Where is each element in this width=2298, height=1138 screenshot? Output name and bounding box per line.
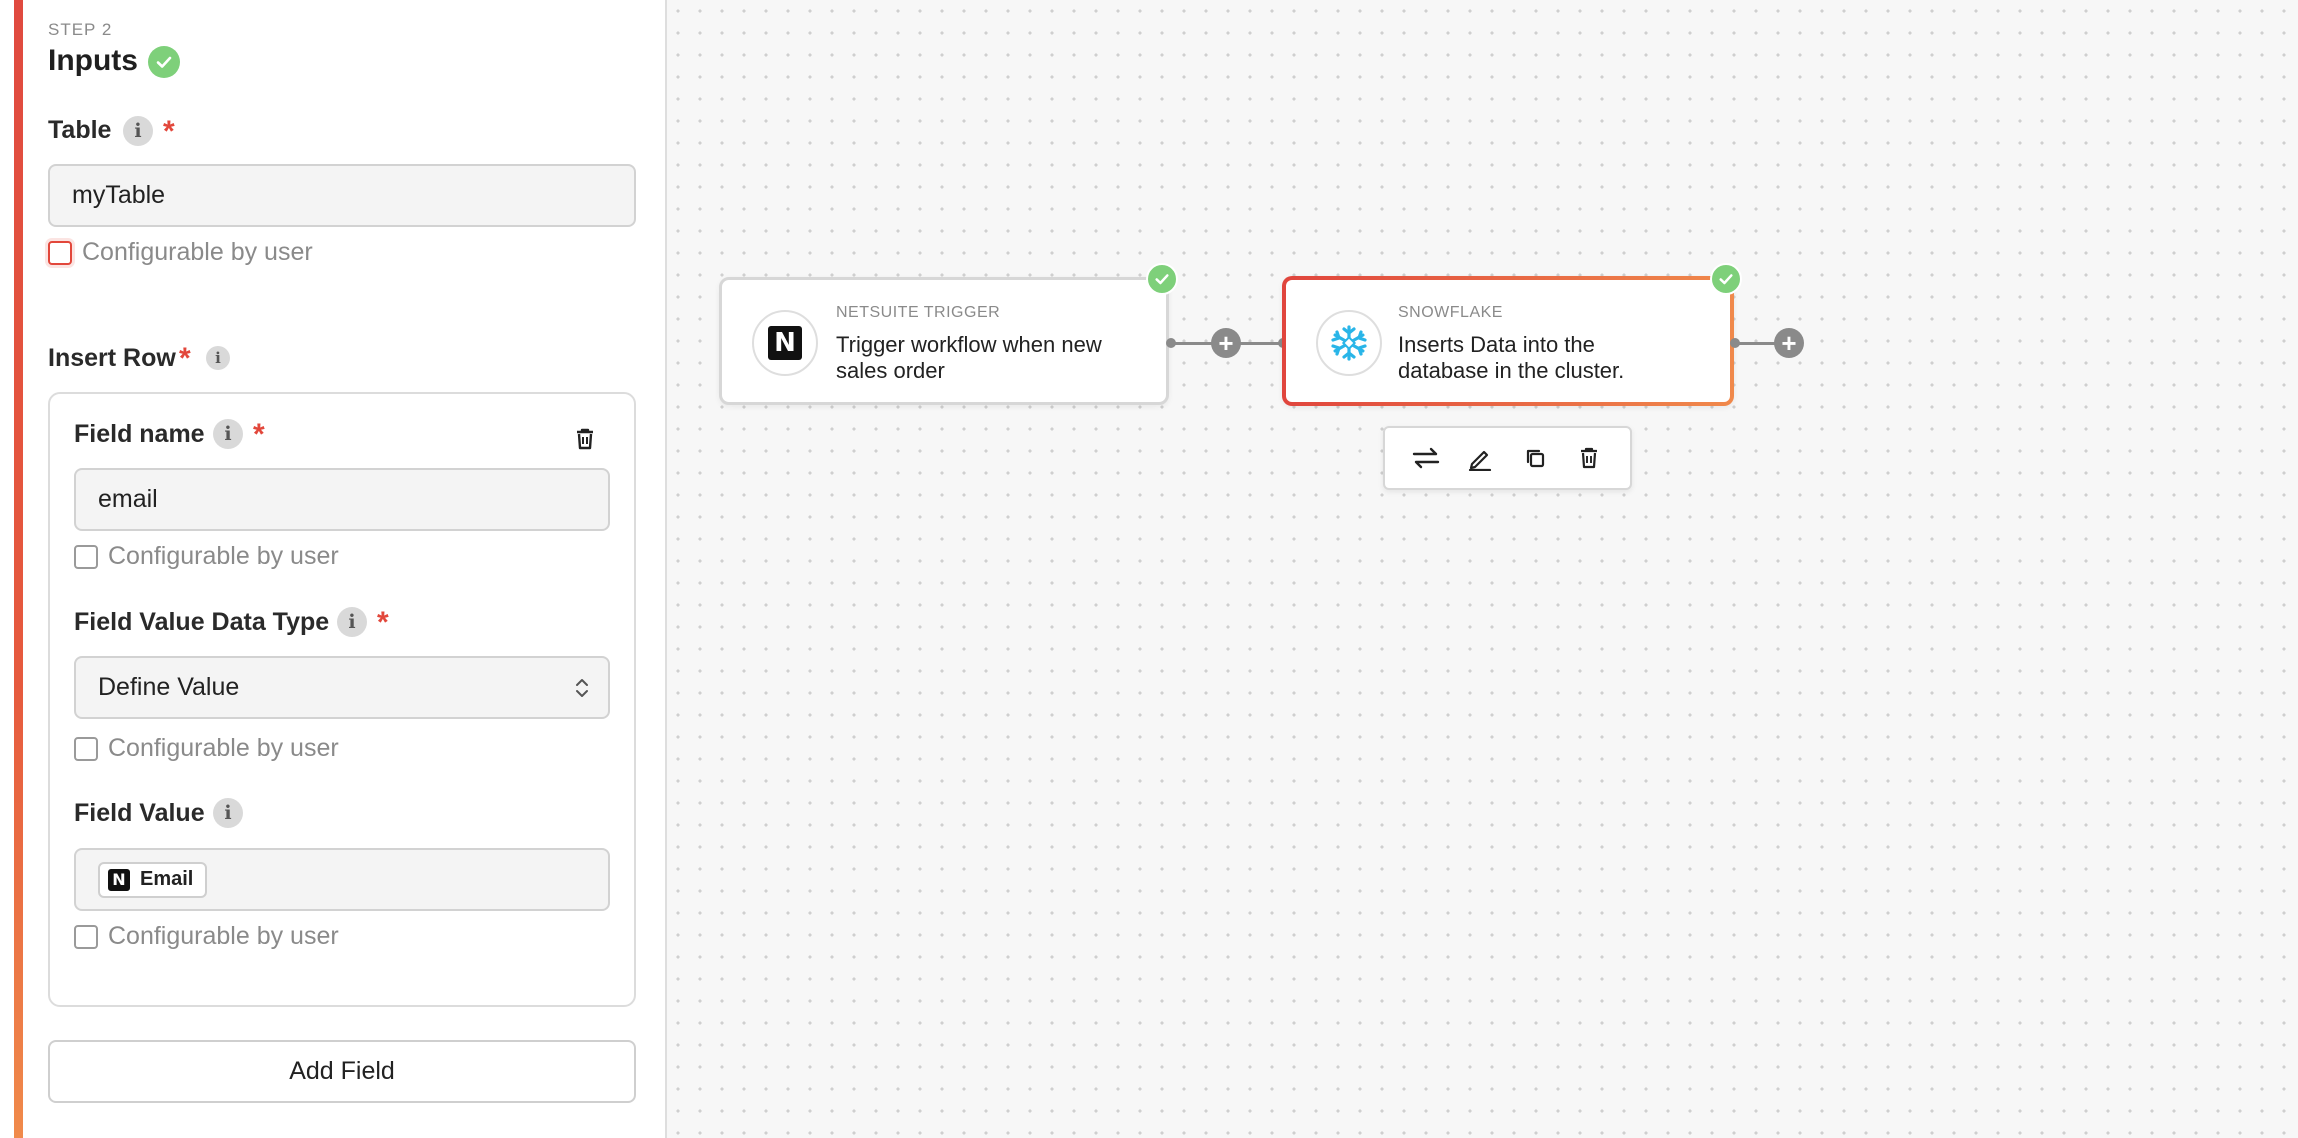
table-label: Table xyxy=(48,116,112,144)
panel-accent-bar xyxy=(14,0,23,1138)
check-icon xyxy=(1146,263,1178,295)
field-name-label: Field name xyxy=(74,420,205,448)
check-icon xyxy=(1710,263,1742,295)
info-icon[interactable]: i xyxy=(213,419,243,449)
data-type-configurable-row[interactable]: Configurable by user xyxy=(74,734,339,763)
field-value-data-type-label: Field Value Data Type xyxy=(74,608,330,636)
snowflake-logo-icon xyxy=(1331,325,1367,361)
required-marker: * xyxy=(253,418,265,451)
connector-line xyxy=(1734,342,1776,345)
add-field-button[interactable]: Add Field xyxy=(48,1040,636,1103)
info-icon[interactable]: i xyxy=(206,346,230,370)
add-step-plus-icon[interactable]: + xyxy=(1211,328,1241,358)
info-icon[interactable]: i xyxy=(337,607,367,637)
field-value-configurable-checkbox[interactable] xyxy=(74,924,98,949)
netsuite-logo-icon: N xyxy=(768,326,802,360)
configurable-label: Configurable by user xyxy=(108,922,339,950)
node-action-toolbar xyxy=(1383,426,1632,490)
field-value-label: Field Value xyxy=(74,799,205,827)
chip-label: Email xyxy=(140,868,194,890)
step-label: STEP 2 xyxy=(48,20,113,39)
field-value-input[interactable]: N Email xyxy=(74,848,610,911)
node-icon: N xyxy=(752,310,818,376)
snowflake-node[interactable]: SNOWFLAKE Inserts Data into the database… xyxy=(1282,276,1734,406)
table-configurable-row[interactable]: Configurable by user xyxy=(48,238,313,267)
node-icon xyxy=(1316,310,1382,376)
check-icon xyxy=(148,46,180,78)
trash-icon[interactable] xyxy=(570,424,600,454)
chevron-updown-icon xyxy=(574,676,590,707)
table-input[interactable]: myTable xyxy=(48,164,636,227)
node-description: Inserts Data into the database in the cl… xyxy=(1398,332,1625,383)
duplicate-icon[interactable] xyxy=(1518,441,1552,475)
configurable-label: Configurable by user xyxy=(108,542,339,570)
edit-icon[interactable] xyxy=(1463,441,1497,475)
select-value: Define Value xyxy=(98,673,240,701)
netsuite-trigger-node[interactable]: N NETSUITE TRIGGER Trigger workflow when… xyxy=(719,277,1169,405)
field-name-input[interactable]: email xyxy=(74,468,610,531)
required-marker: * xyxy=(377,606,389,639)
node-description: Trigger workflow when new sales order xyxy=(836,332,1102,383)
add-step-plus-icon[interactable]: + xyxy=(1774,328,1804,358)
field-name-configurable-checkbox[interactable] xyxy=(74,544,98,569)
field-value-configurable-row[interactable]: Configurable by user xyxy=(74,922,339,951)
field-value-data-type-select[interactable]: Define Value xyxy=(74,656,610,719)
inputs-panel: STEP 2 Inputs Table i * myTable Configur… xyxy=(0,0,667,1138)
configurable-label: Configurable by user xyxy=(82,238,313,266)
table-configurable-checkbox[interactable] xyxy=(48,240,72,265)
email-token-chip[interactable]: N Email xyxy=(98,861,208,898)
configurable-label: Configurable by user xyxy=(108,734,339,762)
insert-row-label: Insert Row xyxy=(48,344,176,372)
panel-title: Inputs xyxy=(48,44,138,77)
netsuite-logo-icon: N xyxy=(108,868,130,891)
workflow-canvas[interactable] xyxy=(667,0,2298,1138)
swap-icon[interactable] xyxy=(1409,441,1443,475)
node-type-label: SNOWFLAKE xyxy=(1398,304,1503,321)
insert-row-card: Field name i * email Configurable by use… xyxy=(48,392,636,1007)
node-type-label: NETSUITE TRIGGER xyxy=(836,304,1001,321)
delete-icon[interactable] xyxy=(1572,441,1606,475)
field-name-configurable-row[interactable]: Configurable by user xyxy=(74,542,339,571)
info-icon[interactable]: i xyxy=(123,116,153,146)
info-icon[interactable]: i xyxy=(213,798,243,828)
data-type-configurable-checkbox[interactable] xyxy=(74,736,98,761)
required-marker: * xyxy=(179,342,191,375)
required-marker: * xyxy=(163,115,175,148)
